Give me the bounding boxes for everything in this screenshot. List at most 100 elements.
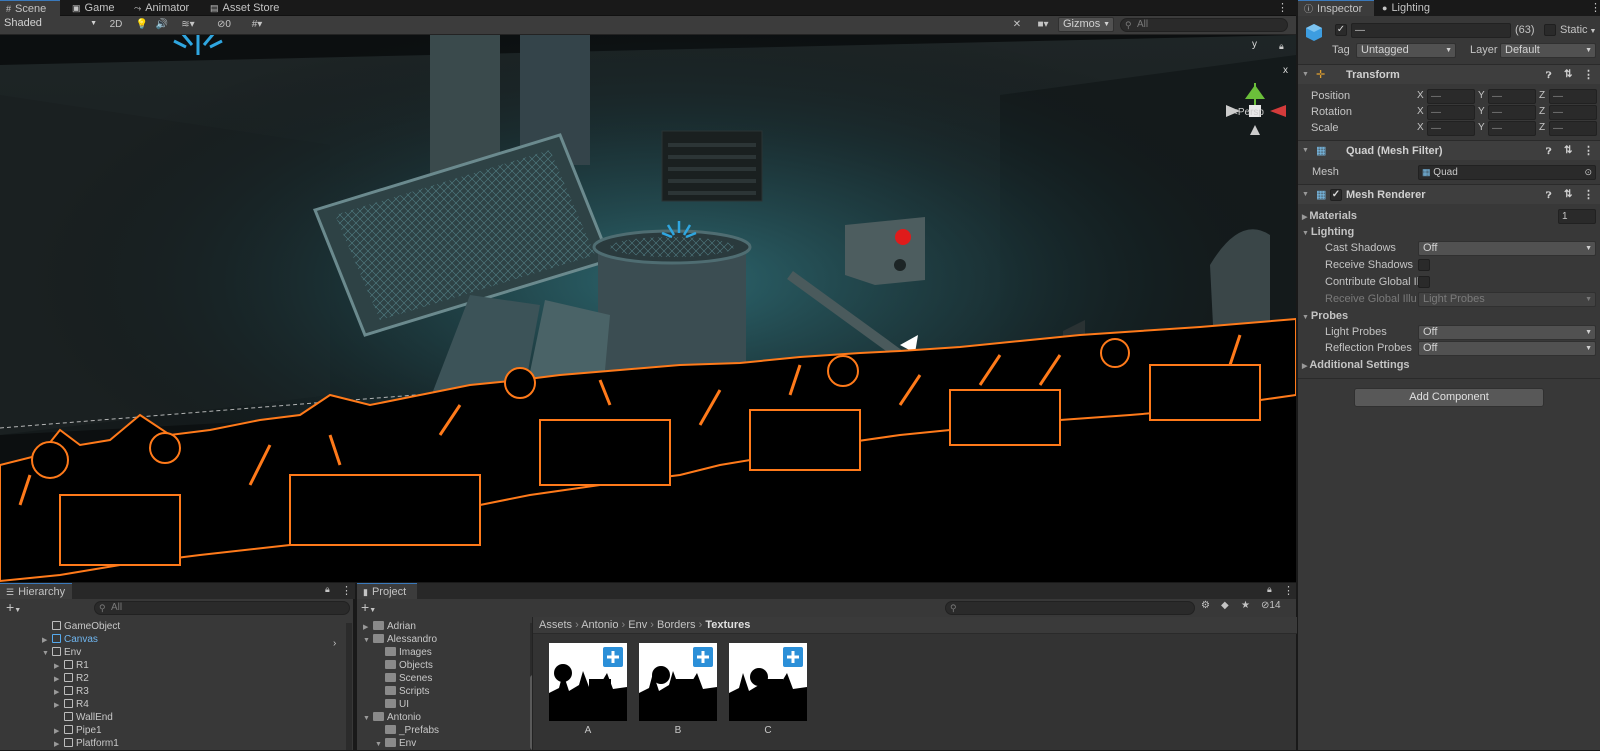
more-menu-icon[interactable]: ⋮ [1583,185,1594,205]
scene-viewport[interactable]: y x 🔒︎ <Persp [0,35,1296,582]
hierarchy-item[interactable]: ▶ Platform1 [54,737,119,750]
transform-rotation-y-field[interactable]: — [1488,105,1536,120]
project-search-input[interactable]: ⚲ [945,601,1195,615]
hidden-packages-toggle[interactable]: ⊘14 [1261,600,1281,611]
project-folder-item[interactable]: ▶ Adrian [363,620,416,633]
chevron-down-icon[interactable]: ▼ [363,634,373,647]
breadcrumb-item[interactable]: Env [628,619,647,631]
project-folder-item[interactable]: ▼ Env [375,737,416,750]
more-menu-icon[interactable]: ⋮ [1583,141,1594,161]
hierarchy-item[interactable]: ▶ Canvas [42,633,98,646]
lock-icon[interactable]: 🔒︎ [1279,41,1284,52]
help-icon[interactable]: ❓︎ [1546,185,1551,205]
materials-foldout[interactable]: ▶ Materials [1302,208,1357,224]
more-menu-icon[interactable]: ⋮ [341,584,352,597]
transform-rotation-z-field[interactable]: — [1549,105,1597,120]
project-folder-item[interactable]: Objects [375,659,433,672]
probes-foldout[interactable]: ▼ Probes [1302,308,1348,324]
tab-game[interactable]: ▣ Game [66,0,120,16]
scrollbar[interactable] [346,623,352,750]
hidden-objects-icon[interactable]: ⊘0 [210,17,238,34]
more-menu-icon[interactable]: ⋮ [1583,65,1594,85]
scene-search-input[interactable]: ⚲ All [1120,18,1288,32]
more-menu-icon[interactable]: ⋮ [1283,584,1294,597]
hierarchy-search-input[interactable]: ⚲ All [94,601,350,615]
cast-shadows-dropdown[interactable]: Off ▼ [1418,241,1596,256]
hierarchy-item[interactable]: WallEnd [54,711,113,724]
layer-dropdown[interactable]: Default ▼ [1500,43,1596,58]
hierarchy-item[interactable]: ▶ R3 [54,685,89,698]
filter-type-icon[interactable]: ⚙ [1201,600,1210,611]
transform-scale-y-field[interactable]: — [1488,121,1536,136]
tab-animator[interactable]: ⤳ Animator [128,0,195,16]
project-folder-item[interactable]: ▼ Antonio [363,711,421,724]
project-folder-item[interactable]: Scenes [375,672,432,685]
light-probes-dropdown[interactable]: Off ▼ [1418,325,1596,340]
help-icon[interactable]: ❓︎ [1546,141,1551,161]
gizmos-dropdown[interactable]: Gizmos ▼ [1058,17,1114,32]
tab-project[interactable]: ▮ Project [357,583,417,599]
transform-position-z-field[interactable]: — [1549,89,1597,104]
camera-icon[interactable]: ■▾ [1030,17,1056,34]
lock-icon[interactable]: 🔒︎ [1267,584,1272,595]
projection-toggle[interactable]: <Persp [1232,107,1264,118]
receive-shadows-checkbox[interactable] [1418,259,1430,271]
tab-scene[interactable]: # Scene [0,0,60,16]
effects-toggle-icon[interactable]: ≋▾ [174,17,202,34]
tools-icon[interactable]: ✕ [1008,17,1026,34]
object-picker-icon[interactable]: ⊙ [1584,166,1592,179]
breadcrumb-item[interactable]: Borders [657,619,696,631]
hierarchy-item[interactable]: ▶ R4 [54,698,89,711]
2d-toggle-button[interactable]: 2D [104,17,128,34]
add-component-button[interactable]: Add Component [1354,388,1544,407]
transform-scale-x-field[interactable]: — [1427,121,1475,136]
asset-thumbnail[interactable]: A [549,643,629,743]
transform-position-x-field[interactable]: — [1427,89,1475,104]
static-checkbox[interactable] [1544,24,1556,36]
chevron-down-icon[interactable]: ▼ [363,712,373,725]
reflection-probes-dropdown[interactable]: Off ▼ [1418,341,1596,356]
hierarchy-item[interactable]: ▶ R2 [54,672,89,685]
chevron-right-icon[interactable]: ▶ [54,738,64,751]
preset-icon[interactable]: ⇅ [1564,141,1572,161]
more-menu-icon[interactable]: ⋮ [1277,0,1288,16]
preset-icon[interactable]: ⇅ [1564,65,1572,85]
hierarchy-item[interactable]: GameObject [42,620,120,633]
tab-asset-store[interactable]: ▤ Asset Store [204,0,285,16]
project-folder-item[interactable]: _Prefabs [375,724,439,737]
favorite-star-icon[interactable]: ★ [1241,600,1250,611]
preset-icon[interactable]: ⇅ [1564,185,1572,205]
breadcrumb-item[interactable]: Assets [539,619,572,631]
hierarchy-item[interactable]: ▶ Pipe1 [54,724,102,737]
transform-scale-z-field[interactable]: — [1549,121,1597,136]
static-label[interactable]: Static ▼ [1560,22,1596,38]
contribute-gi-checkbox[interactable] [1418,276,1430,288]
help-icon[interactable]: ❓︎ [1546,65,1551,85]
hierarchy-item[interactable]: ▼ Env [42,646,81,659]
active-checkbox[interactable]: ✓ [1335,24,1347,36]
hierarchy-item[interactable]: ▶ R1 [54,659,89,672]
hierarchy-add-button[interactable]: +▼ [6,600,21,618]
transform-header[interactable]: ▼ ✛ Transform ❓︎ ⇅ ⋮ [1298,64,1600,84]
mesh-renderer-enabled-checkbox[interactable]: ✓ [1330,189,1342,201]
filter-label-icon[interactable]: ◆ [1221,600,1229,611]
project-folder-item[interactable]: Images [375,646,432,659]
tab-hierarchy[interactable]: ☰ Hierarchy [0,583,72,599]
chevron-down-icon[interactable]: ▼ [375,738,385,751]
object-name-field[interactable]: — [1351,23,1511,38]
shading-mode-dropdown[interactable]: Shaded ▼ [0,17,100,32]
mesh-filter-header[interactable]: ▼ ▦ Quad (Mesh Filter) ❓︎ ⇅ ⋮ [1298,140,1600,160]
audio-toggle-icon[interactable]: 🔊 [154,17,170,34]
tag-dropdown[interactable]: Untagged ▼ [1356,43,1456,58]
chevron-right-icon[interactable]: › [333,638,336,649]
tab-lighting[interactable]: ● Lighting [1376,0,1436,16]
more-menu-icon[interactable]: ⋮ [1590,0,1600,16]
project-add-button[interactable]: +▼ [361,600,376,618]
mesh-renderer-header[interactable]: ▼ ▦ ✓ Mesh Renderer ❓︎ ⇅ ⋮ [1298,184,1600,204]
project-folder-item[interactable]: Scripts [375,685,430,698]
transform-position-y-field[interactable]: — [1488,89,1536,104]
additional-settings-foldout[interactable]: ▶ Additional Settings [1302,357,1410,373]
asset-thumbnail[interactable]: C [729,643,809,743]
grid-snap-icon[interactable]: #▾ [242,17,272,34]
tab-inspector[interactable]: ⓘ Inspector [1298,0,1374,16]
